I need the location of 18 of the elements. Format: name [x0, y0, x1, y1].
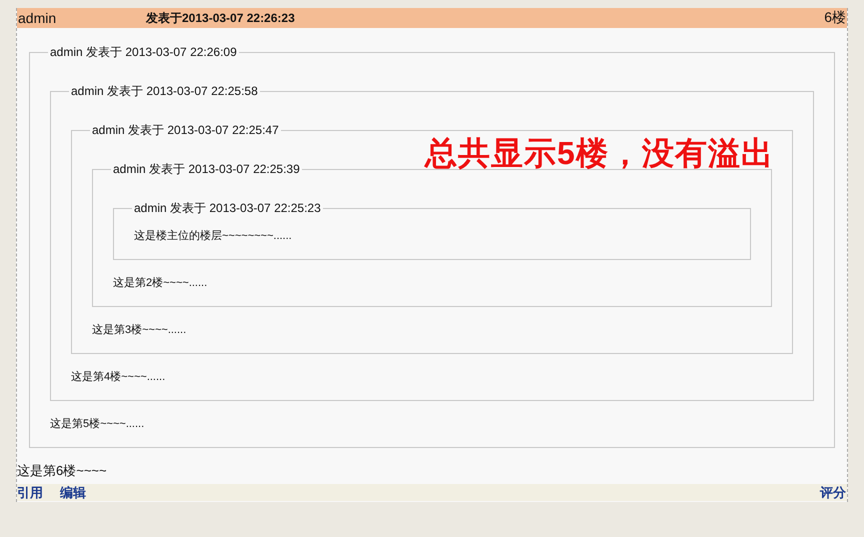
quote-text: 这是第4楼~~~~......: [71, 370, 166, 384]
quote-header: admin 发表于 2013-03-07 22:25:39: [112, 163, 301, 176]
quote-header: admin 发表于 2013-03-07 22:25:23: [133, 202, 322, 215]
action-link[interactable]: 引用: [17, 484, 43, 500]
quote-header: admin 发表于 2013-03-07 22:26:09: [49, 46, 238, 59]
quote-text: 这是第5楼~~~~......: [50, 417, 146, 431]
quote-text: 这是第2楼~~~~......: [113, 276, 208, 290]
action-link[interactable]: 编辑: [60, 484, 86, 500]
quote-text: 这是楼主位的楼层~~~~~~~~......: [134, 229, 293, 243]
quote-header: admin 发表于 2013-03-07 22:25:58: [70, 85, 259, 98]
action-link[interactable]: 评分: [820, 484, 846, 500]
annotation-text: 总共显示5楼，没有溢出: [425, 134, 774, 173]
quote-header: admin 发表于 2013-03-07 22:25:47: [91, 124, 280, 137]
floor-number: 6楼: [824, 9, 847, 27]
quote-text: 这是第3楼~~~~......: [92, 323, 188, 337]
author-name: admin: [17, 10, 58, 26]
post-text: 这是第6楼~~~~: [17, 462, 108, 480]
post-time: 发表于2013-03-07 22:26:23: [146, 10, 296, 26]
